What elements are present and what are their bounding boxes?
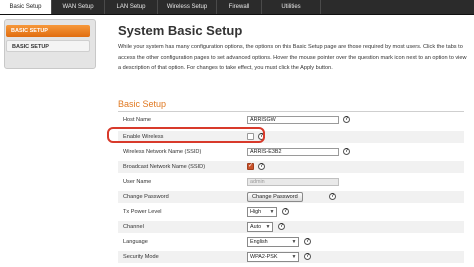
ssid-label: Wireless Network Name (SSID) bbox=[123, 149, 202, 155]
page-title: System Basic Setup bbox=[118, 23, 243, 38]
language-label: Language bbox=[123, 239, 148, 245]
help-icon[interactable]: ? bbox=[343, 116, 350, 123]
sidebar-item-basic-setup-secondary[interactable]: BASIC SETUP bbox=[6, 40, 90, 52]
form-row-channel: Channel Auto ▼ ? bbox=[118, 221, 464, 233]
help-icon[interactable]: ? bbox=[258, 133, 265, 140]
channel-select[interactable]: Auto ▼ bbox=[247, 222, 273, 232]
sidebar-item-basic-setup[interactable]: BASIC SETUP bbox=[6, 25, 90, 37]
language-value: English bbox=[250, 239, 268, 245]
language-select[interactable]: English ▼ bbox=[247, 237, 299, 247]
change-password-label: Change Password bbox=[123, 194, 169, 200]
user-name-label: User Name bbox=[123, 179, 152, 185]
enable-wireless-checkbox[interactable] bbox=[247, 133, 254, 140]
tab-utilities[interactable]: Utilities bbox=[262, 0, 321, 14]
top-nav-tabs: Basic Setup WAN Setup LAN Setup Wireless… bbox=[0, 0, 474, 15]
help-icon[interactable]: ? bbox=[304, 238, 311, 245]
main-content: System Basic Setup While your system has… bbox=[98, 15, 474, 267]
ssid-input[interactable]: ARRIS-E3B2 bbox=[247, 148, 339, 156]
sidebar: BASIC SETUP BASIC SETUP bbox=[0, 15, 98, 267]
form-row-security-mode: Security Mode WPA2-PSK ▼ ? bbox=[118, 251, 464, 263]
chevron-down-icon: ▼ bbox=[291, 239, 297, 245]
tx-power-label: Tx Power Level bbox=[123, 209, 162, 215]
form-row-ssid: Wireless Network Name (SSID) ARRIS-E3B2 … bbox=[118, 146, 464, 158]
channel-label: Channel bbox=[123, 224, 144, 230]
channel-value: Auto bbox=[250, 224, 262, 230]
form-row-change-password: Change Password Change Password ? bbox=[118, 191, 464, 203]
enable-wireless-label: Enable Wireless bbox=[123, 134, 164, 140]
chevron-down-icon: ▼ bbox=[265, 224, 271, 230]
form-row-enable-wireless: Enable Wireless ? bbox=[118, 131, 464, 143]
form-row-user-name: User Name admin bbox=[118, 176, 464, 188]
chevron-down-icon: ▼ bbox=[269, 209, 275, 215]
help-icon[interactable]: ? bbox=[343, 148, 350, 155]
section-title: Basic Setup bbox=[118, 99, 167, 109]
change-password-button[interactable]: Change Password bbox=[247, 192, 303, 202]
section-divider bbox=[118, 111, 464, 112]
tab-basic-setup[interactable]: Basic Setup bbox=[0, 0, 52, 14]
broadcast-ssid-checkbox[interactable] bbox=[247, 162, 254, 170]
tab-firewall[interactable]: Firewall bbox=[217, 0, 262, 14]
security-mode-value: WPA2-PSK bbox=[250, 254, 278, 260]
tab-wireless-setup[interactable]: Wireless Setup bbox=[158, 0, 217, 14]
basic-setup-form: Host Name ARRISGW ? Enable Wireless ? Wi… bbox=[118, 114, 464, 263]
form-row-language: Language English ▼ ? bbox=[118, 236, 464, 248]
chevron-down-icon: ▼ bbox=[291, 254, 297, 260]
user-name-input: admin bbox=[247, 178, 339, 186]
tx-power-value: High bbox=[250, 209, 262, 215]
help-icon[interactable]: ? bbox=[304, 253, 311, 260]
tab-lan-setup[interactable]: LAN Setup bbox=[105, 0, 158, 14]
help-icon[interactable]: ? bbox=[258, 163, 265, 170]
tx-power-select[interactable]: High ▼ bbox=[247, 207, 277, 217]
security-mode-select[interactable]: WPA2-PSK ▼ bbox=[247, 252, 299, 262]
form-row-tx-power: Tx Power Level High ▼ ? bbox=[118, 206, 464, 218]
help-icon[interactable]: ? bbox=[282, 208, 289, 215]
help-icon[interactable]: ? bbox=[329, 193, 336, 200]
security-mode-label: Security Mode bbox=[123, 254, 159, 260]
form-row-broadcast-ssid: Broadcast Network Name (SSID) ? bbox=[118, 161, 464, 173]
help-icon[interactable]: ? bbox=[278, 223, 285, 230]
host-name-input[interactable]: ARRISGW bbox=[247, 116, 339, 124]
host-name-label: Host Name bbox=[123, 117, 151, 123]
broadcast-ssid-label: Broadcast Network Name (SSID) bbox=[123, 164, 206, 170]
tab-wan-setup[interactable]: WAN Setup bbox=[52, 0, 105, 14]
form-row-host-name: Host Name ARRISGW ? bbox=[118, 114, 464, 126]
intro-text: While your system has many configuration… bbox=[118, 44, 467, 71]
